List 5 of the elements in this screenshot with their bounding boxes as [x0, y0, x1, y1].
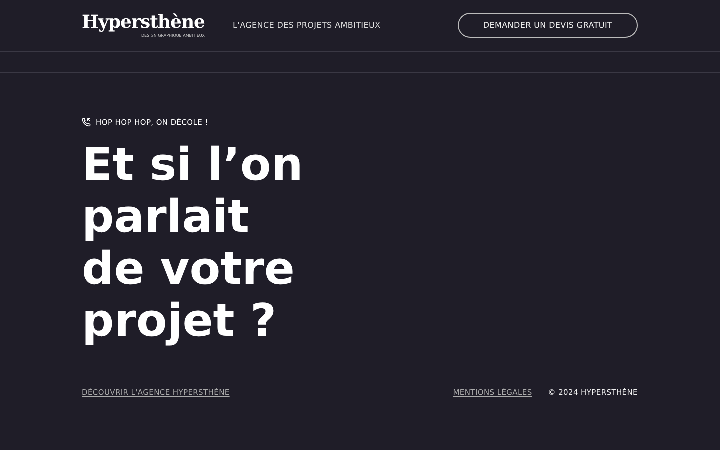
hero-heading: Et si l’on parlait de votre projet ? — [82, 139, 304, 347]
header-tagline: L'AGENCE DES PROJETS AMBITIEUX — [233, 21, 381, 30]
logo-wordmark[interactable]: Hypersthène — [82, 13, 206, 33]
quote-button[interactable]: DEMANDER UN DEVIS GRATUIT — [458, 13, 638, 38]
phone-icon — [82, 118, 91, 127]
